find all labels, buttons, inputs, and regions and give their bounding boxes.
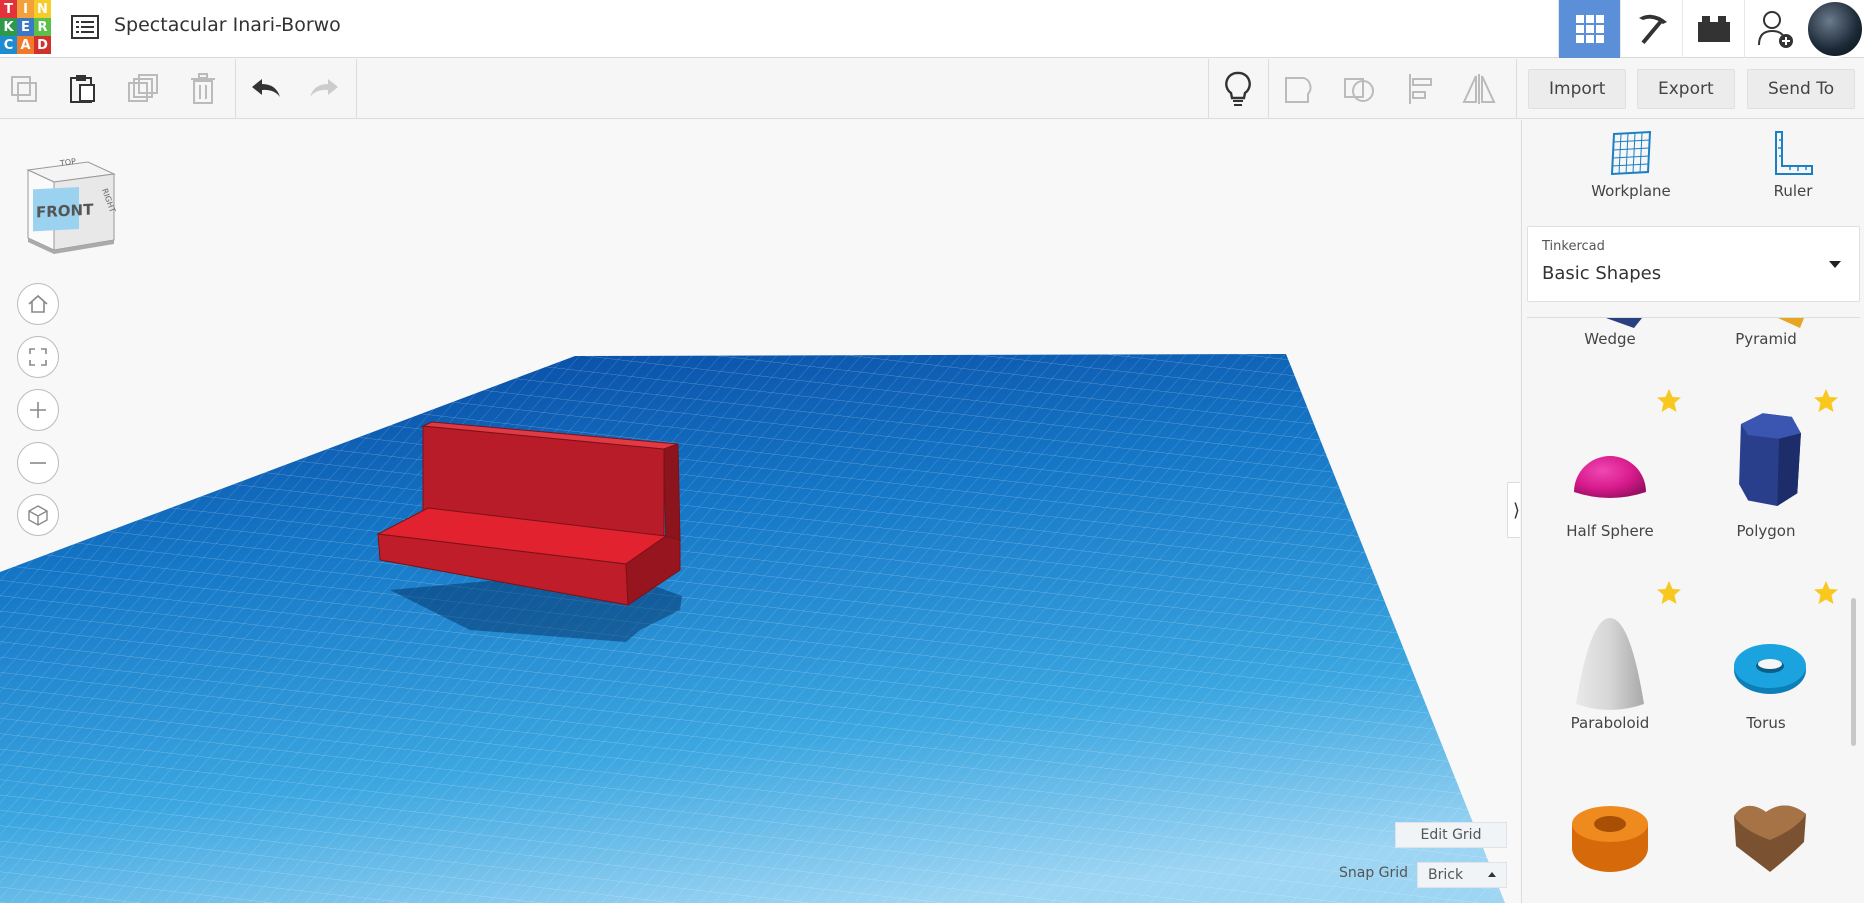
import-button[interactable]: Import — [1528, 69, 1627, 109]
half-sphere-shape[interactable] — [1560, 420, 1660, 520]
group-icon[interactable] — [1279, 69, 1319, 109]
design-list-icon[interactable] — [70, 14, 100, 40]
logo-letter: I — [17, 0, 34, 18]
perspective-button[interactable] — [17, 494, 59, 536]
3d-workspace[interactable]: FRONT TOP RIGHT ⟩ Edit Grid Snap Grid Br… — [0, 120, 1520, 903]
workplane-label: Workplane — [1591, 182, 1671, 200]
user-avatar[interactable] — [1806, 0, 1864, 58]
tinkercad-logo[interactable]: TINKERCAD — [0, 0, 51, 55]
logo-letter: D — [34, 36, 51, 54]
snap-grid-label: Snap Grid — [1339, 865, 1409, 881]
polygon-shape[interactable] — [1720, 406, 1820, 506]
fit-view-icon — [29, 348, 47, 366]
ruler-icon — [1775, 131, 1813, 175]
caret-up-icon — [1488, 872, 1496, 877]
shape-half-sphere-label[interactable]: Half Sphere — [1540, 522, 1680, 540]
torus-shape[interactable] — [1720, 616, 1820, 716]
home-view-button[interactable] — [17, 283, 59, 325]
favorite-star-icon[interactable] — [1656, 388, 1682, 414]
zoom-out-button[interactable] — [17, 442, 59, 484]
ungroup-icon[interactable] — [1339, 69, 1379, 109]
shape-paraboloid-label[interactable]: Paraboloid — [1540, 714, 1680, 732]
logo-letter: A — [17, 36, 34, 54]
redo-icon[interactable] — [304, 69, 344, 109]
logo-letter: C — [0, 36, 17, 54]
library-source: Tinkercad — [1542, 239, 1605, 254]
ruler-label: Ruler — [1773, 182, 1813, 200]
duplicate-icon[interactable] — [123, 69, 163, 109]
snap-grid-select[interactable]: Brick — [1417, 862, 1507, 888]
workplane-grid[interactable] — [0, 120, 1520, 903]
send-to-button[interactable]: Send To — [1747, 69, 1856, 109]
add-user-icon[interactable] — [1744, 0, 1806, 58]
bricks-icon[interactable] — [1682, 0, 1744, 58]
shape-wedge-label[interactable]: Wedge — [1540, 330, 1680, 348]
export-button[interactable]: Export — [1637, 69, 1735, 109]
pyramid-preview — [1778, 318, 1804, 328]
workplane-tool[interactable]: Workplane — [1571, 130, 1691, 220]
wedge-preview — [1606, 318, 1642, 328]
design-title[interactable]: Spectacular Inari-Borwo — [114, 14, 341, 36]
shape-pyramid-label[interactable]: Pyramid — [1696, 330, 1836, 348]
ruler-tool[interactable]: Ruler — [1733, 130, 1853, 220]
shapes-panel: Workplane Ruler Tinkercad Basic Shapes W… — [1521, 120, 1864, 903]
copy-icon[interactable] — [4, 69, 44, 109]
edit-toolbar: Import Export Send To — [0, 59, 1864, 119]
collapse-panel-button[interactable]: ⟩ — [1507, 482, 1520, 538]
logo-letter: K — [0, 18, 17, 36]
panel-scrollbar[interactable] — [1851, 598, 1856, 746]
snap-grid-value: Brick — [1428, 867, 1464, 883]
lightbulb-icon[interactable] — [1218, 69, 1258, 109]
pickaxe-icon[interactable] — [1620, 0, 1682, 58]
heart-shape[interactable] — [1720, 796, 1820, 896]
minus-icon — [30, 462, 46, 464]
plus-icon — [30, 402, 46, 418]
top-header: TINKERCAD Spectacular Inari-Borwo — [0, 0, 1864, 58]
align-icon[interactable] — [1401, 69, 1441, 109]
viewcube-front-label: FRONT — [36, 200, 94, 222]
grid-view-icon[interactable] — [1558, 0, 1620, 58]
chevron-right-icon: ⟩ — [1512, 499, 1520, 521]
shape-library-dropdown[interactable]: Tinkercad Basic Shapes — [1527, 226, 1860, 302]
mirror-icon[interactable] — [1459, 69, 1499, 109]
edit-grid-button[interactable]: Edit Grid — [1395, 822, 1507, 848]
cube-icon — [28, 505, 48, 526]
logo-letter: T — [0, 0, 17, 18]
zoom-in-button[interactable] — [17, 389, 59, 431]
undo-icon[interactable] — [246, 69, 286, 109]
paste-icon[interactable] — [62, 69, 102, 109]
fit-view-button[interactable] — [17, 336, 59, 378]
tube-shape[interactable] — [1560, 802, 1660, 902]
shape-polygon-label[interactable]: Polygon — [1696, 522, 1836, 540]
logo-letter: N — [34, 0, 51, 18]
library-name: Basic Shapes — [1542, 263, 1662, 284]
paraboloid-shape[interactable] — [1560, 616, 1660, 716]
workplane-icon — [1610, 130, 1652, 176]
favorite-star-icon[interactable] — [1656, 580, 1682, 606]
shape-torus-label[interactable]: Torus — [1696, 714, 1836, 732]
favorite-star-icon[interactable] — [1813, 580, 1839, 606]
caret-down-icon — [1829, 261, 1841, 268]
home-icon — [28, 294, 48, 313]
logo-letter: E — [17, 18, 34, 36]
delete-icon[interactable] — [183, 69, 223, 109]
logo-letter: R — [34, 18, 51, 36]
